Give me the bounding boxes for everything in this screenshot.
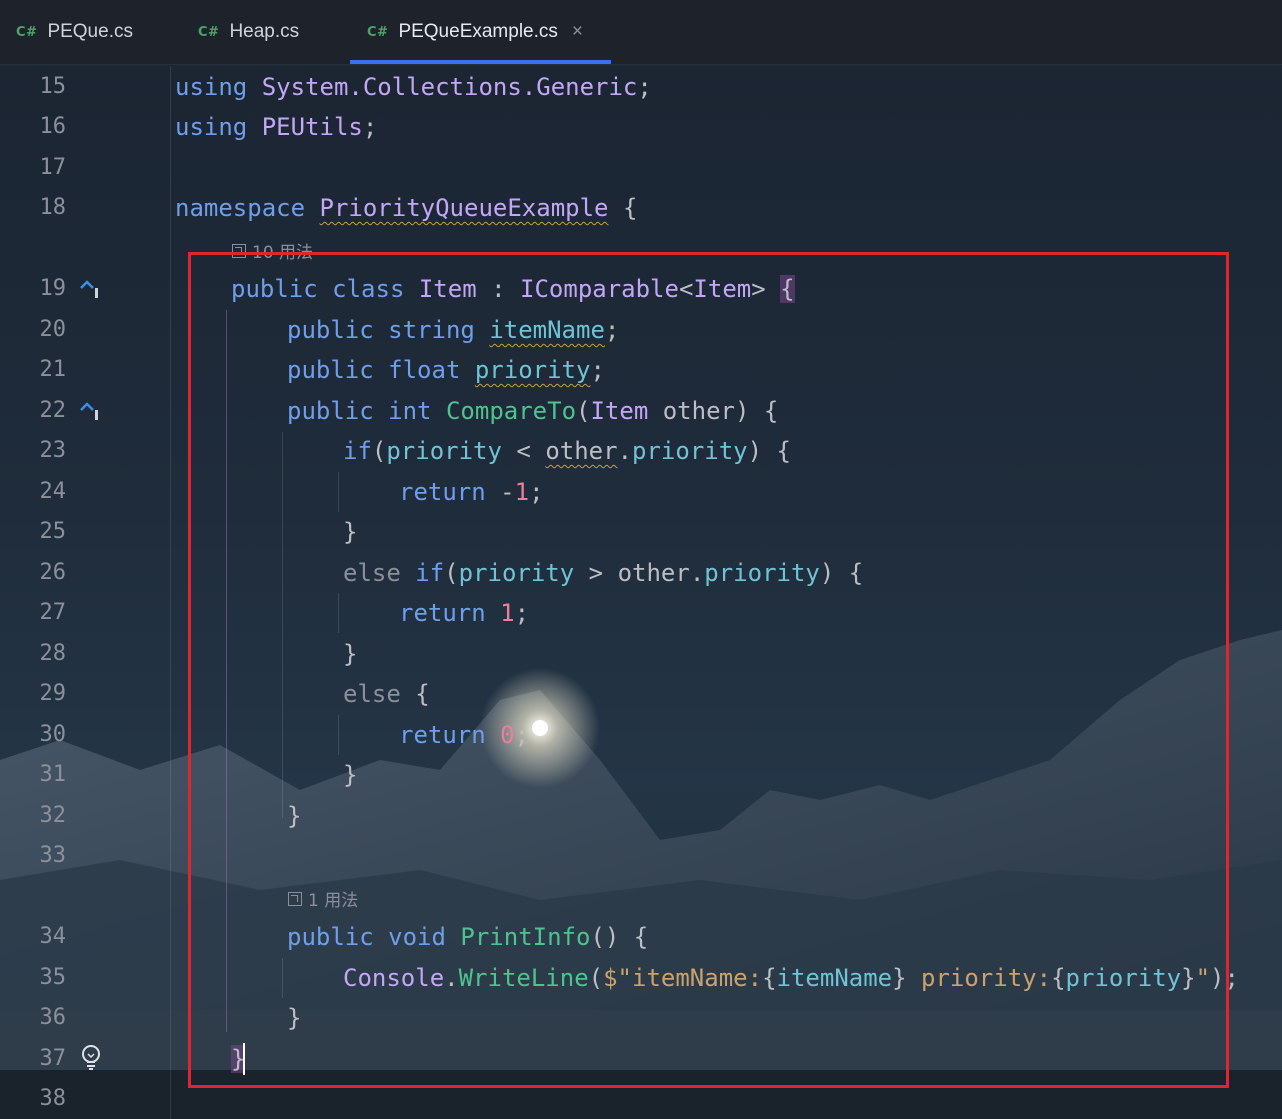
line-number: 30 (39, 722, 67, 747)
code-line-15: using System.Collections.Generic; (175, 73, 652, 101)
line-number: 38 (39, 1086, 67, 1111)
tab-label: Heap.cs (229, 21, 300, 42)
tab-heap-cs[interactable]: C# Heap.cs (198, 0, 299, 64)
implements-method-icon[interactable] (78, 399, 104, 423)
csharp-file-icon: C# (16, 24, 38, 40)
line-number: 34 (39, 924, 67, 949)
tab-bar-divider (0, 64, 1282, 65)
line-number: 22 (39, 398, 67, 423)
line-number: 33 (39, 843, 67, 868)
gutter-divider (170, 66, 171, 1119)
tab-pequeueexample-cs[interactable]: C# PEQueExample.cs × (367, 0, 583, 64)
csharp-file-icon: C# (367, 24, 389, 40)
line-number: 35 (39, 965, 67, 990)
line-number: 31 (39, 762, 67, 787)
lightbulb-icon[interactable] (80, 1044, 102, 1072)
line-number: 37 (39, 1046, 67, 1071)
code-line-16: using PEUtils; (175, 113, 378, 141)
tab-pequeue-cs[interactable]: C# PEQue.cs (16, 0, 133, 64)
line-number: 19 (39, 276, 67, 301)
close-tab-icon[interactable]: × (572, 21, 583, 43)
line-number: 15 (39, 74, 67, 99)
line-number: 23 (39, 438, 67, 463)
line-number: 24 (39, 479, 67, 504)
line-number: 25 (39, 519, 67, 544)
line-number: 21 (39, 357, 67, 382)
tab-label: PEQueExample.cs (398, 21, 558, 42)
line-number: 16 (39, 114, 67, 139)
line-number: 26 (39, 560, 67, 585)
line-number: 28 (39, 641, 67, 666)
line-number: 32 (39, 803, 67, 828)
code-line-18: namespace PriorityQueueExample { (175, 194, 638, 222)
line-number: 36 (39, 1005, 67, 1030)
line-number: 18 (39, 195, 67, 220)
line-number: 20 (39, 317, 67, 342)
highlight-box (188, 252, 1229, 1088)
csharp-file-icon: C# (198, 24, 220, 40)
line-number: 17 (39, 155, 67, 180)
line-number: 27 (39, 600, 67, 625)
implements-interface-icon[interactable] (78, 277, 104, 301)
tab-label: PEQue.cs (47, 21, 133, 42)
editor-tab-bar: C# PEQue.cs C# Heap.cs C# PEQueExample.c… (0, 0, 1282, 64)
line-number: 29 (39, 681, 67, 706)
